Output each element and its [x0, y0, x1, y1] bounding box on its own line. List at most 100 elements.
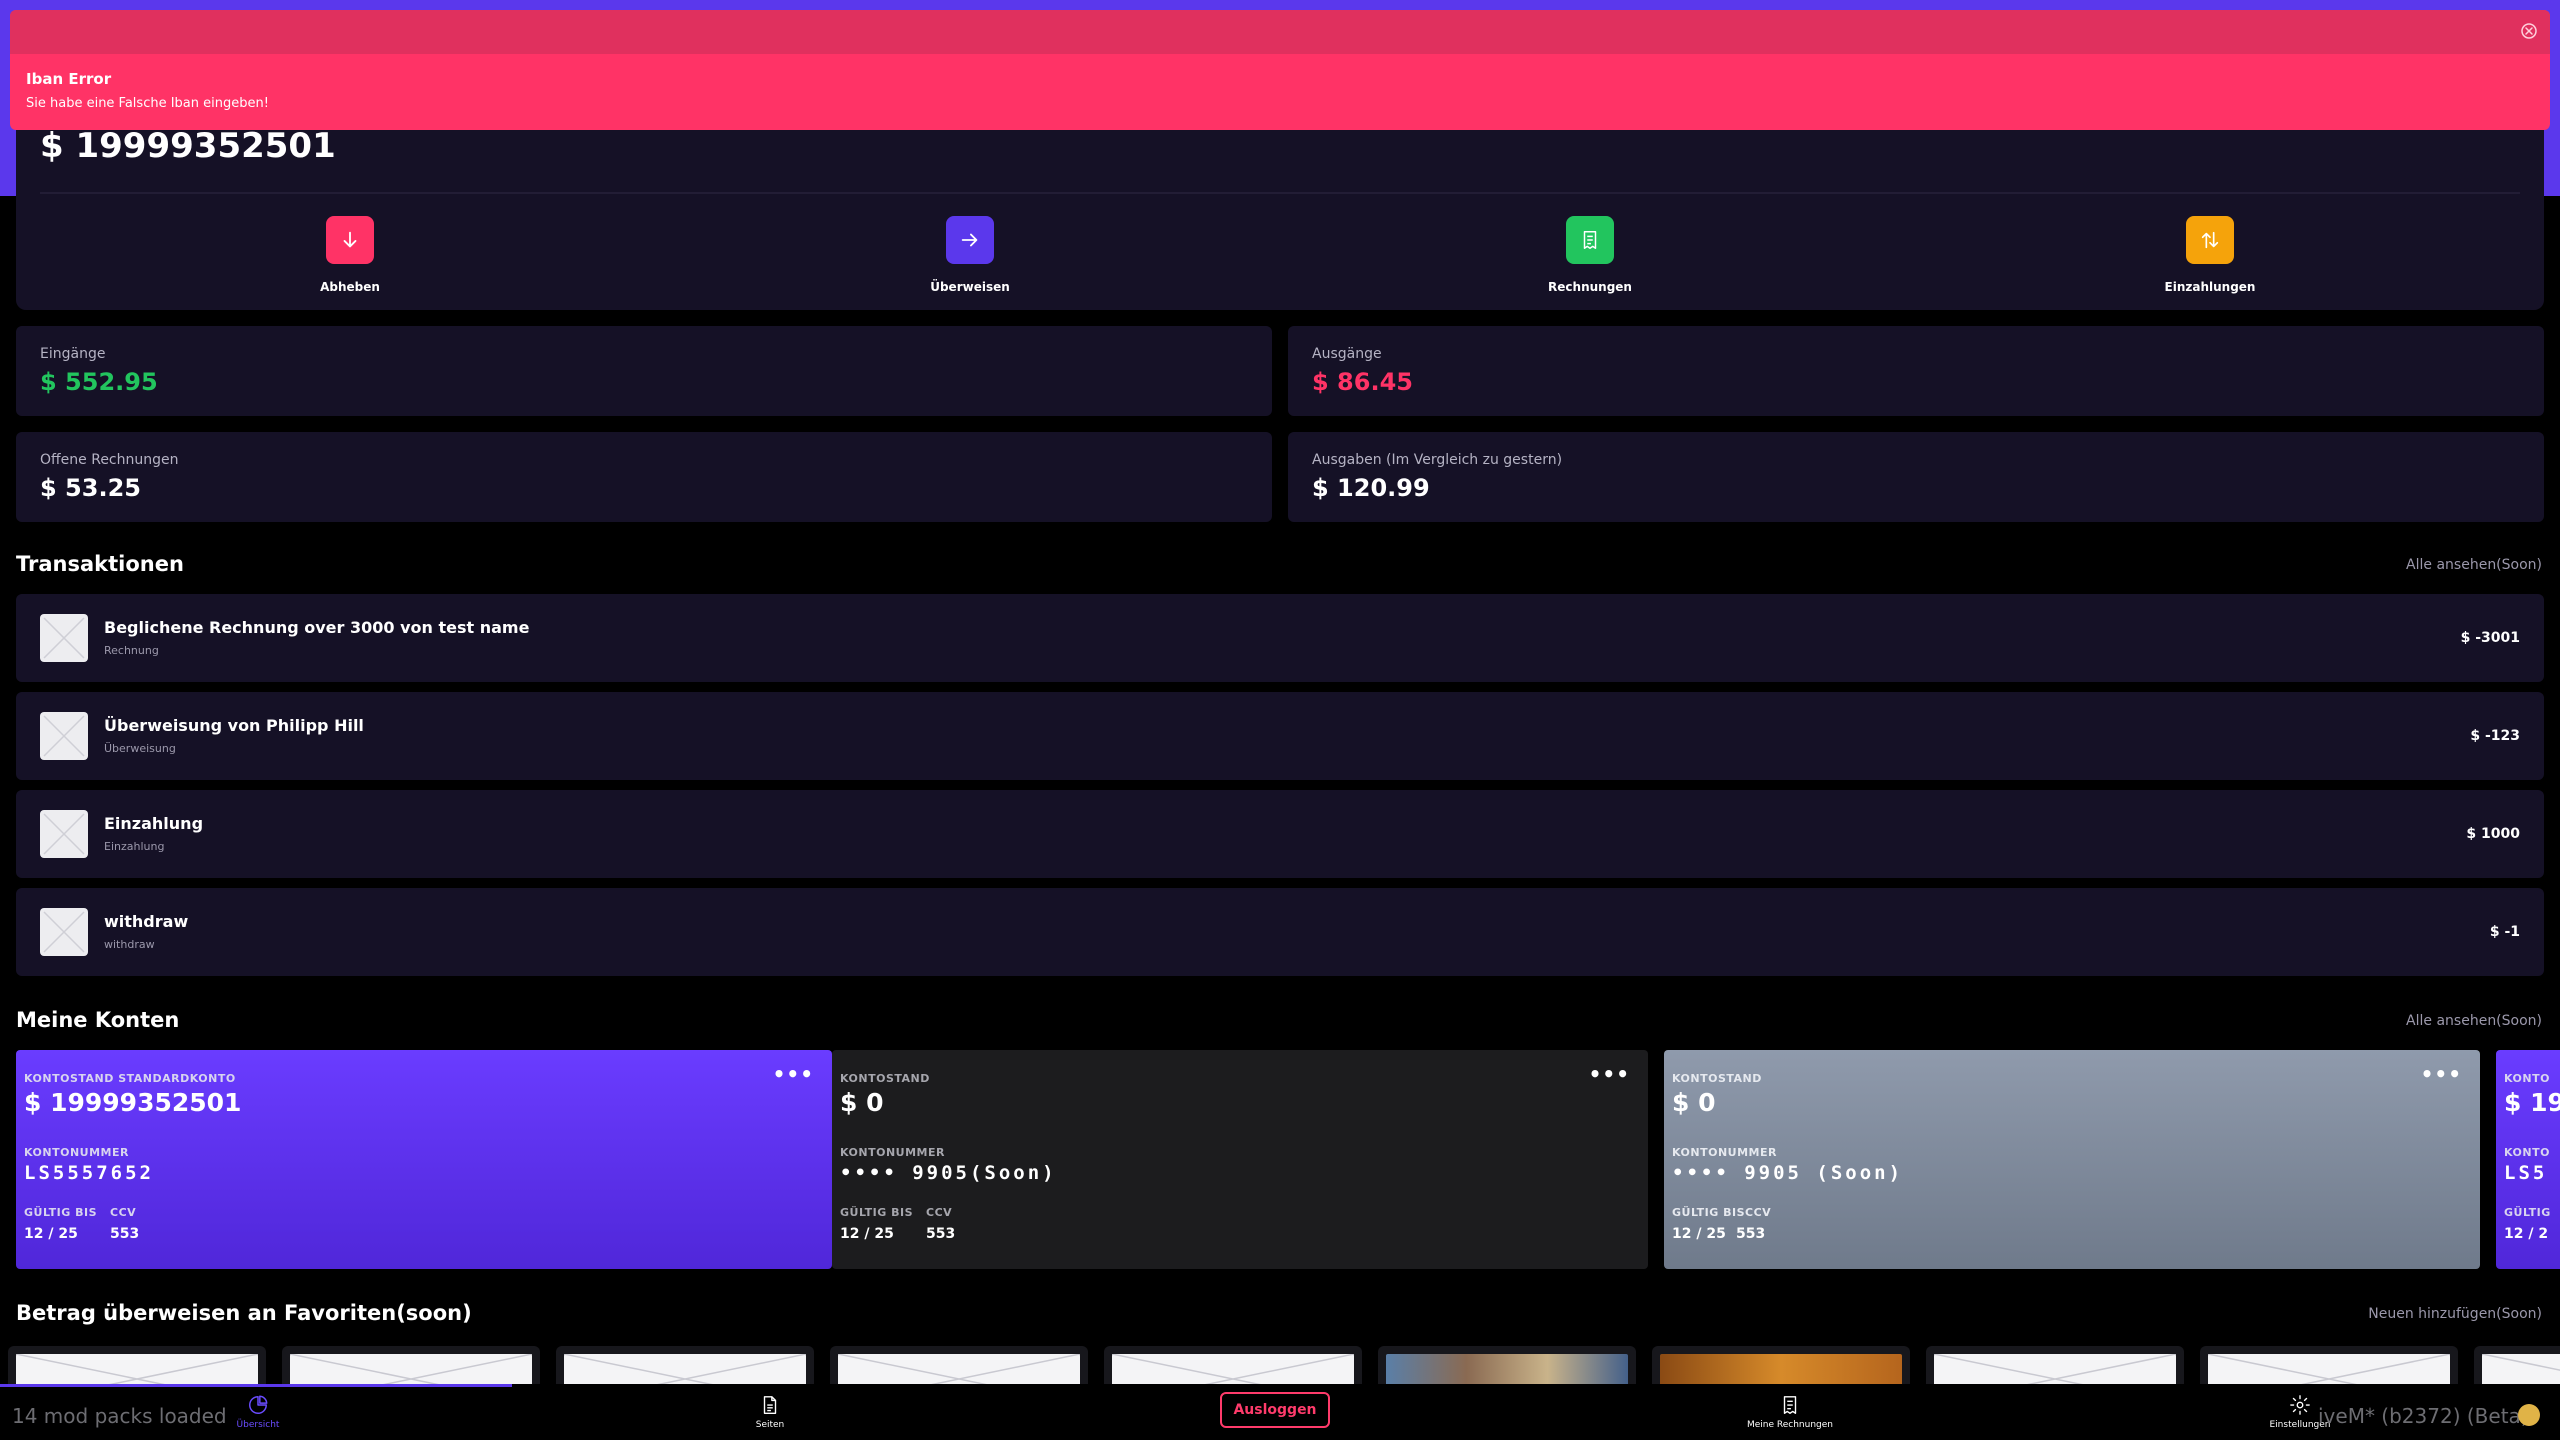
- transaction-amount: $ -123: [2470, 728, 2520, 744]
- ccv-label: CCV: [926, 1206, 953, 1219]
- account-balance: $ 19: [2504, 1088, 2560, 1117]
- valid-until-value: 12 / 25: [840, 1226, 894, 1242]
- arrow-right-icon: [961, 233, 978, 247]
- favorite-item[interactable]: [1652, 1346, 1910, 1384]
- more-menu-icon[interactable]: •••: [773, 1062, 814, 1086]
- valid-until-value: 12 / 25: [1672, 1226, 1726, 1242]
- transaction-amount: $ -1: [2489, 924, 2520, 940]
- nav-my-bills[interactable]: Meine Rechnungen: [1710, 1394, 1870, 1430]
- valid-until-value: 12 / 2: [2504, 1226, 2549, 1242]
- transaction-row[interactable]: Einzahlung Einzahlung $ 1000: [16, 790, 2544, 878]
- transaction-type: Einzahlung: [104, 840, 165, 853]
- favorite-item[interactable]: [1378, 1346, 1636, 1384]
- arrow-down-icon: [343, 231, 357, 248]
- favorite-item[interactable]: [1104, 1346, 1362, 1384]
- transfer-action[interactable]: Überweisen: [900, 216, 1040, 294]
- transactions-view-all-link[interactable]: Alle ansehen(Soon): [2406, 557, 2542, 573]
- transaction-title: withdraw: [104, 912, 189, 931]
- stat-value: $ 53.25: [40, 474, 141, 502]
- accounts-title: Meine Konten: [16, 1008, 180, 1032]
- account-number: •••• 9905(Soon): [840, 1162, 1057, 1184]
- favorite-item[interactable]: [556, 1346, 814, 1384]
- transactions-title: Transaktionen: [16, 552, 184, 576]
- ccv-value: 553: [110, 1226, 140, 1242]
- account-card-fourth[interactable]: KONTO $ 19 KONTO LS5 GÜLTIG 12 / 2: [2496, 1050, 2560, 1269]
- gear-icon: [2290, 1395, 2310, 1415]
- favorite-item[interactable]: [2474, 1346, 2560, 1384]
- document-icon: [763, 1396, 777, 1414]
- account-card-standard[interactable]: ••• KONTOSTAND STANDARDKONTO $ 199993525…: [16, 1050, 832, 1269]
- error-toast: Iban Error Sie habe eine Falsche Iban ei…: [10, 10, 2550, 130]
- transaction-title: Überweisung von Philipp Hill: [104, 716, 364, 735]
- close-circle-icon[interactable]: [2520, 22, 2538, 40]
- add-favorite-link[interactable]: Neuen hinzufügen(Soon): [2368, 1306, 2542, 1322]
- image-placeholder-icon: [837, 1353, 1081, 1384]
- transaction-row[interactable]: withdraw withdraw $ -1: [16, 888, 2544, 976]
- stat-label: Offene Rechnungen: [40, 452, 179, 468]
- account-number-label: KONTONUMMER: [840, 1146, 945, 1159]
- image-placeholder-icon: [563, 1353, 807, 1384]
- active-tab-indicator: [0, 1384, 512, 1387]
- logout-button[interactable]: Ausloggen: [1220, 1392, 1330, 1428]
- transfer-label: Überweisen: [930, 280, 1010, 294]
- account-number: LS5557652: [24, 1162, 154, 1184]
- valid-until-value: 12 / 25: [24, 1226, 78, 1242]
- accounts-view-all-link[interactable]: Alle ansehen(Soon): [2406, 1013, 2542, 1029]
- ccv-value: 553: [926, 1226, 956, 1242]
- stat-expenses: Ausgänge $ 86.45: [1288, 326, 2544, 416]
- transaction-row[interactable]: Überweisung von Philipp Hill Überweisung…: [16, 692, 2544, 780]
- stat-value: $ 120.99: [1312, 474, 1430, 502]
- pie-chart-icon: [249, 1395, 268, 1414]
- bills-action[interactable]: Rechnungen: [1520, 216, 1660, 294]
- account-card-second[interactable]: ••• KONTOSTAND $ 0 KONTONUMMER •••• 9905…: [832, 1050, 1648, 1269]
- transfer-button[interactable]: [946, 216, 994, 264]
- withdraw-action[interactable]: Abheben: [280, 216, 420, 294]
- account-number-label: KONTO: [2504, 1146, 2550, 1159]
- transaction-title: Einzahlung: [104, 814, 204, 833]
- receipt-icon: [1783, 1396, 1797, 1414]
- transaction-row[interactable]: Beglichene Rechnung over 3000 von test n…: [16, 594, 2544, 682]
- favorite-item[interactable]: [8, 1346, 266, 1384]
- more-menu-icon[interactable]: •••: [2421, 1062, 2462, 1086]
- image-placeholder-icon: [15, 1353, 259, 1384]
- image-placeholder-icon: [2481, 1353, 2560, 1384]
- bills-label: Rechnungen: [1548, 280, 1632, 294]
- favorite-photo: [1660, 1354, 1902, 1384]
- balance-label: KONTOSTAND: [1672, 1072, 1762, 1085]
- nav-pages[interactable]: Seiten: [690, 1394, 850, 1430]
- stat-label: Ausgänge: [1312, 346, 1382, 362]
- ccv-value: 553: [1736, 1226, 1766, 1242]
- balance-card: $ 19999352501 Abheben Überweisen Rechnun…: [16, 104, 2544, 310]
- divider: [40, 192, 2520, 194]
- valid-until-label: GÜLTIG: [2504, 1206, 2551, 1219]
- client-logo-icon: [2518, 1404, 2540, 1426]
- bills-button[interactable]: [1566, 216, 1614, 264]
- image-placeholder-icon: [1933, 1353, 2177, 1384]
- account-card-third[interactable]: ••• KONTOSTAND $ 0 KONTONUMMER •••• 9905…: [1664, 1050, 2480, 1269]
- bottom-nav: Übersicht Seiten Ausloggen Meine Rechnun…: [0, 1384, 2560, 1440]
- account-balance: $ 0: [840, 1088, 884, 1117]
- favorites-title: Betrag überweisen an Favoriten(soon): [16, 1301, 472, 1325]
- deposits-action[interactable]: Einzahlungen: [2140, 216, 2280, 294]
- withdraw-button[interactable]: [326, 216, 374, 264]
- toast-message: Sie habe eine Falsche Iban eingeben!: [26, 96, 269, 111]
- transaction-amount: $ -3001: [2460, 630, 2520, 646]
- valid-ccv-label: GÜLTIG BISCCV: [1672, 1206, 1772, 1219]
- favorite-item[interactable]: [2200, 1346, 2458, 1384]
- image-placeholder-icon: [1111, 1353, 1355, 1384]
- favorite-item[interactable]: [1926, 1346, 2184, 1384]
- deposits-button[interactable]: [2186, 216, 2234, 264]
- valid-until-label: GÜLTIG BIS: [24, 1206, 98, 1219]
- image-placeholder-icon: [40, 712, 88, 760]
- favorite-photo: [1386, 1354, 1628, 1384]
- total-balance: $ 19999352501: [40, 126, 336, 166]
- ccv-label: CCV: [110, 1206, 137, 1219]
- favorite-item[interactable]: [282, 1346, 540, 1384]
- stat-label: Eingänge: [40, 346, 106, 362]
- more-menu-icon[interactable]: •••: [1589, 1062, 1630, 1086]
- balance-label: KONTOSTAND STANDARDKONTO: [24, 1072, 236, 1085]
- favorite-item[interactable]: [830, 1346, 1088, 1384]
- account-balance: $ 0: [1672, 1088, 1716, 1117]
- stat-value: $ 86.45: [1312, 368, 1413, 396]
- image-placeholder-icon: [40, 908, 88, 956]
